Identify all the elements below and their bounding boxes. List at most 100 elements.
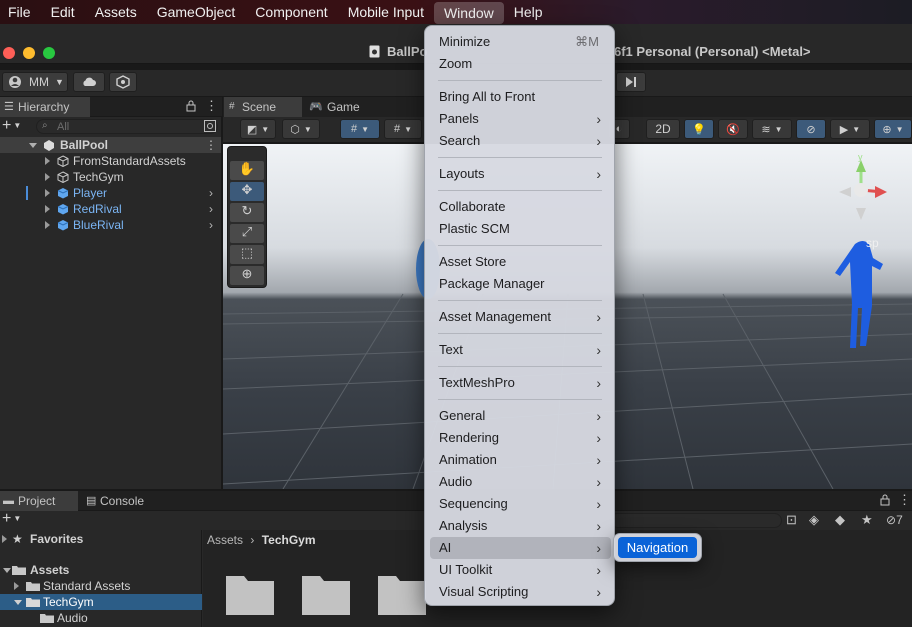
transform-tool-button[interactable]: ⊕ [230, 266, 264, 285]
tag-icon[interactable]: ◆ [835, 512, 845, 528]
expand-arrow-icon[interactable] [45, 221, 50, 229]
menu-item-asset-management[interactable]: Asset Management › [430, 306, 611, 328]
account-dropdown[interactable]: MM ▼ [2, 72, 68, 92]
search-by-type-icon[interactable]: ⊡ [786, 512, 797, 528]
folder-icon[interactable] [378, 573, 426, 615]
tree-item-selected[interactable]: TechGym [0, 594, 202, 610]
hierarchy-scene-row[interactable]: BallPool ⋮ [0, 137, 221, 153]
tree-item[interactable]: Audio [0, 610, 221, 626]
rect-tool-button[interactable]: ⬚ [230, 245, 264, 264]
tab-scene[interactable]: # Scene [224, 97, 302, 117]
2d-toggle[interactable]: 2D [646, 119, 680, 139]
hierarchy-item[interactable]: FromStandardAssets [0, 153, 221, 169]
more-options-icon[interactable]: ⋮ [205, 137, 217, 153]
menu-item-panels[interactable]: Panels › [430, 108, 611, 130]
minimize-window-button[interactable] [23, 47, 35, 59]
zoom-window-button[interactable] [43, 47, 55, 59]
breadcrumb-item[interactable]: TechGym [262, 533, 316, 547]
lock-icon[interactable] [880, 494, 890, 506]
menu-window[interactable]: Window [433, 1, 504, 24]
expand-arrow-icon[interactable] [45, 173, 50, 181]
menu-item-audio[interactable]: Audio › [430, 471, 611, 493]
menu-item-visual-scripting[interactable]: Visual Scripting › [430, 581, 611, 603]
menu-item-asset-store[interactable]: Asset Store [430, 251, 611, 273]
menu-item-navigation[interactable]: Navigation [618, 537, 697, 558]
expand-arrow-icon[interactable] [14, 582, 19, 590]
project-create-button[interactable]: + ▼ [2, 511, 32, 528]
tree-item[interactable]: Assets [0, 562, 221, 578]
audio-toggle[interactable]: 🔇 [718, 119, 748, 139]
effects-dropdown[interactable]: ≋ ▼ [752, 119, 792, 139]
menu-assets[interactable]: Assets [85, 0, 147, 24]
hand-tool-button[interactable]: ✋ [230, 161, 264, 180]
menu-item-layouts[interactable]: Layouts › [430, 163, 611, 185]
menu-item-minimize[interactable]: Minimize ⌘M [430, 31, 611, 53]
menu-item-analysis[interactable]: Analysis › [430, 515, 611, 537]
hierarchy-item[interactable]: RedRival › [0, 201, 221, 217]
lock-icon[interactable] [186, 100, 196, 112]
chevron-right-icon[interactable]: › [209, 201, 213, 217]
visibility-toggle[interactable]: ⊘ [796, 119, 826, 139]
menu-item-sequencing[interactable]: Sequencing › [430, 493, 611, 515]
menu-item-zoom[interactable]: Zoom [430, 53, 611, 75]
expand-arrow-icon[interactable] [45, 189, 50, 197]
menu-item-plastic-scm[interactable]: Plastic SCM [430, 218, 611, 240]
lighting-toggle[interactable]: 💡 [684, 119, 714, 139]
expand-arrow-icon[interactable] [45, 205, 50, 213]
tab-game[interactable]: 🎮 Game [304, 97, 374, 117]
hierarchy-item[interactable]: Player › [0, 185, 221, 201]
menu-item-general[interactable]: General › [430, 405, 611, 427]
project-search-input[interactable] [610, 513, 782, 528]
grid-snap-toggle[interactable]: # ▼ [340, 119, 380, 139]
search-by-label-icon[interactable]: ◈ [809, 512, 819, 528]
favorite-star-icon[interactable]: ★ [861, 512, 873, 528]
menu-item-package-manager[interactable]: Package Manager [430, 273, 611, 295]
tab-console[interactable]: ▤ Console [82, 491, 162, 511]
chevron-right-icon[interactable]: › [209, 185, 213, 201]
cloud-button[interactable] [73, 72, 105, 92]
breadcrumb-item[interactable]: Assets [207, 533, 243, 547]
step-button[interactable] [616, 72, 646, 92]
menu-item-collaborate[interactable]: Collaborate [430, 196, 611, 218]
pivot-dropdown[interactable]: ⬡ ▼ [282, 119, 320, 139]
menu-item-ui-toolkit[interactable]: UI Toolkit › [430, 559, 611, 581]
expand-arrow-icon[interactable] [29, 143, 37, 148]
close-window-button[interactable] [3, 47, 15, 59]
move-tool-button[interactable]: ✥ [230, 182, 264, 201]
hierarchy-search-input[interactable]: ⌕ All [36, 119, 218, 134]
menu-item-rendering[interactable]: Rendering › [430, 427, 611, 449]
expand-arrow-icon[interactable] [3, 568, 11, 573]
folder-icon[interactable] [302, 573, 350, 615]
tab-project[interactable]: ▬ Project [0, 491, 78, 511]
search-options-icon[interactable] [204, 120, 216, 132]
menu-item-bring-all-to-front[interactable]: Bring All to Front [430, 86, 611, 108]
chevron-right-icon[interactable]: › [209, 217, 213, 233]
orientation-gizmo[interactable]: y [823, 150, 903, 230]
menu-item-ai[interactable]: AI › [430, 537, 611, 559]
menu-item-text[interactable]: Text › [430, 339, 611, 361]
expand-arrow-icon[interactable] [45, 157, 50, 165]
menu-gameobject[interactable]: GameObject [147, 0, 246, 24]
menu-item-textmeshpro[interactable]: TextMeshPro › [430, 372, 611, 394]
more-options-icon[interactable]: ⋮ [898, 492, 911, 508]
menu-item-animation[interactable]: Animation › [430, 449, 611, 471]
menu-help[interactable]: Help [504, 0, 553, 24]
hierarchy-item[interactable]: TechGym [0, 169, 221, 185]
menu-component[interactable]: Component [245, 0, 337, 24]
camera-dropdown[interactable]: ▶ ▼ [830, 119, 870, 139]
more-options-icon[interactable]: ⋮ [205, 98, 218, 114]
increment-snap-dropdown[interactable]: # ▼ [384, 119, 422, 139]
folder-icon[interactable] [226, 573, 274, 615]
menu-file[interactable]: File [0, 0, 41, 24]
expand-arrow-icon[interactable] [2, 535, 7, 543]
draw-mode-dropdown[interactable]: ◩ ▼ [240, 119, 276, 139]
gizmos-dropdown[interactable]: ⊕ ▼ [874, 119, 912, 139]
expand-arrow-icon[interactable] [14, 600, 22, 605]
scale-tool-button[interactable]: ⤢ [230, 224, 264, 243]
menu-mobile-input[interactable]: Mobile Input [338, 0, 434, 24]
tab-hierarchy[interactable]: ☰ Hierarchy [0, 97, 90, 117]
plastic-scm-button[interactable] [109, 72, 137, 92]
favorites-row[interactable]: ★ Favorites [0, 531, 221, 547]
hierarchy-item[interactable]: BlueRival › [0, 217, 221, 233]
menu-item-search[interactable]: Search › [430, 130, 611, 152]
